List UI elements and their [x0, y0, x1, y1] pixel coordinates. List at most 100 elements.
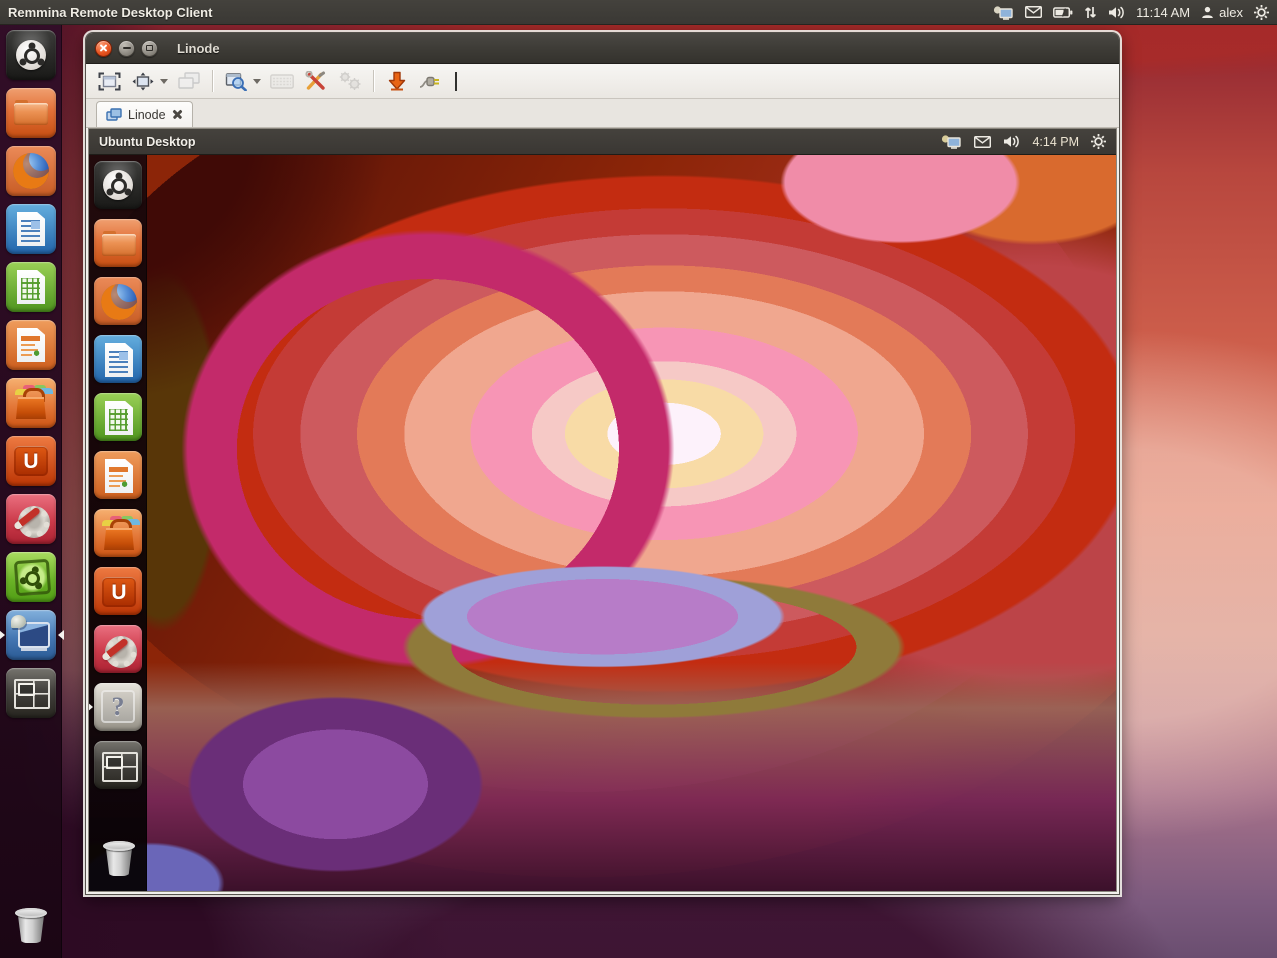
ubuntu-software-center-icon	[6, 378, 56, 428]
remote-desktop-indicator[interactable]	[941, 134, 962, 149]
remote-launcher-item-ubuntu-software-center[interactable]	[94, 509, 142, 557]
scaled-mode-dropdown-icon[interactable]	[253, 79, 261, 88]
system-settings-icon	[6, 494, 56, 544]
host-launcher-item-workspace-switcher[interactable]	[6, 668, 56, 718]
scaled-mode-button[interactable]	[221, 68, 251, 95]
remote-indicator-area: 4:14 PM	[941, 134, 1106, 149]
window-titlebar[interactable]: Linode	[86, 33, 1119, 64]
remote-launcher-item-firefox[interactable]	[94, 277, 142, 325]
window-minimize-button[interactable]	[118, 40, 135, 57]
host-launcher-item-libreoffice-calc[interactable]	[6, 262, 56, 312]
host-launcher-item-remmina[interactable]	[6, 610, 56, 660]
host-launcher-item-dash-home[interactable]	[6, 30, 56, 80]
libreoffice-impress-icon	[94, 451, 142, 499]
settings-gears-icon	[338, 71, 362, 91]
tools-icon	[305, 71, 327, 91]
firefox-icon	[6, 146, 56, 196]
tab-bar: Linode	[86, 99, 1119, 128]
minimize-connection-button[interactable]	[382, 68, 412, 95]
sound-menu[interactable]	[1108, 6, 1125, 19]
dash-home-icon	[94, 161, 142, 209]
host-launcher-item-ubuntu-software-center[interactable]	[6, 378, 56, 428]
window-title: Linode	[177, 41, 220, 56]
host-app-title: Remmina Remote Desktop Client	[8, 5, 212, 20]
duplicate-connection-button[interactable]	[174, 68, 204, 95]
host-launcher-item-firefox[interactable]	[6, 146, 56, 196]
tab-label: Linode	[128, 108, 166, 122]
trash-icon	[94, 833, 142, 881]
toolbar-caret	[455, 72, 457, 91]
fullscreen-button[interactable]	[128, 68, 158, 95]
grab-keyboard-icon	[270, 74, 294, 89]
fullscreen-icon	[132, 72, 154, 91]
host-clock[interactable]: 11:14 AM	[1136, 5, 1190, 20]
minimize-icon	[123, 47, 131, 49]
battery-menu[interactable]	[1053, 7, 1073, 18]
fullscreen-dropdown-icon[interactable]	[160, 79, 168, 88]
remote-launcher-item-trash[interactable]	[94, 833, 142, 881]
remote-launcher-item-ubuntu-one[interactable]	[94, 567, 142, 615]
remote-session-menu[interactable]	[1091, 134, 1106, 149]
grab-keyboard-button[interactable]	[267, 68, 297, 95]
sound-menu[interactable]	[1003, 135, 1020, 148]
ubuntu-software-updater-icon	[6, 552, 56, 602]
duplicate-connection-icon	[178, 72, 200, 90]
remote-launcher-item-home-folder[interactable]	[94, 219, 142, 267]
network-traffic-menu[interactable]	[1084, 6, 1097, 19]
libreoffice-calc-icon	[6, 262, 56, 312]
libreoffice-calc-icon	[94, 393, 142, 441]
remote-launcher-item-libreoffice-impress[interactable]	[94, 451, 142, 499]
sound-icon	[1108, 6, 1125, 19]
host-launcher-item-home-folder[interactable]	[6, 88, 56, 138]
settings-gears-button[interactable]	[335, 68, 365, 95]
system-settings-icon	[94, 625, 142, 673]
ubuntu-one-icon	[6, 436, 56, 486]
tools-button[interactable]	[301, 68, 331, 95]
remote-desktop-view[interactable]: Ubuntu Desktop	[88, 128, 1117, 892]
remote-launcher-item-help[interactable]	[94, 683, 142, 731]
toolbar-separator	[373, 70, 374, 92]
host-launcher-item-libreoffice-writer[interactable]	[6, 204, 56, 254]
toolbar-separator	[212, 70, 213, 92]
remote-desktop-indicator-icon	[993, 5, 1014, 20]
close-icon	[99, 44, 108, 53]
remote-desktop-indicator[interactable]	[993, 5, 1014, 20]
session-menu[interactable]	[1254, 5, 1269, 20]
tab-connection-icon	[106, 108, 122, 121]
messages-menu[interactable]	[1025, 6, 1042, 18]
remote-launcher-item-dash-home[interactable]	[94, 161, 142, 209]
remote-desktop-indicator-icon	[941, 134, 962, 149]
user-menu[interactable]: alex	[1201, 5, 1243, 20]
messages-icon	[1025, 6, 1042, 18]
window-close-button[interactable]	[95, 40, 112, 57]
disconnect-button[interactable]	[416, 68, 446, 95]
remote-launcher-item-libreoffice-writer[interactable]	[94, 335, 142, 383]
window-maximize-button[interactable]	[141, 40, 158, 57]
remote-launcher-item-libreoffice-calc[interactable]	[94, 393, 142, 441]
remote-panel-title: Ubuntu Desktop	[99, 135, 196, 149]
remote-launcher-item-workspace-switcher[interactable]	[94, 741, 142, 789]
host-launcher-item-system-settings[interactable]	[6, 494, 56, 544]
libreoffice-writer-icon	[6, 204, 56, 254]
dash-home-icon	[6, 30, 56, 80]
remmina-toolbar	[86, 64, 1119, 99]
remote-launcher-item-system-settings[interactable]	[94, 625, 142, 673]
host-launcher-item-trash[interactable]	[6, 900, 56, 950]
remote-top-panel: Ubuntu Desktop	[89, 129, 1116, 155]
host-indicator-area: 11:14 AM alex	[993, 5, 1269, 20]
host-launcher-item-ubuntu-one[interactable]	[6, 436, 56, 486]
maximize-icon	[146, 45, 153, 51]
disconnect-icon	[419, 71, 443, 91]
workspace-switcher-icon	[6, 668, 56, 718]
host-launcher-item-ubuntu-software-updater[interactable]	[6, 552, 56, 602]
host-launcher-item-libreoffice-impress[interactable]	[6, 320, 56, 370]
fit-window-icon	[98, 72, 121, 91]
tab-close-icon[interactable]	[172, 109, 183, 120]
remote-clock[interactable]: 4:14 PM	[1032, 135, 1079, 149]
libreoffice-impress-icon	[6, 320, 56, 370]
network-traffic-icon	[1084, 6, 1097, 19]
home-folder-icon	[94, 219, 142, 267]
tab-linode[interactable]: Linode	[96, 101, 193, 127]
messages-menu[interactable]	[974, 136, 991, 148]
fit-window-button[interactable]	[94, 68, 124, 95]
